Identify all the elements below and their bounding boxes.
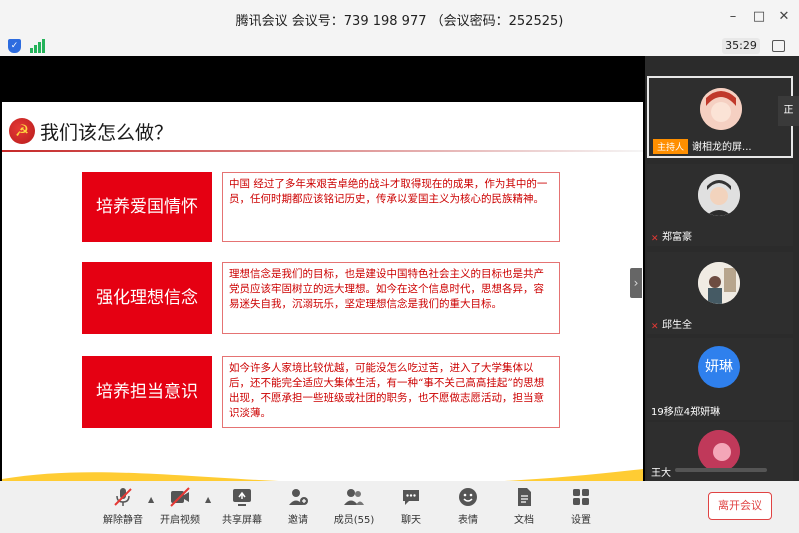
item-heading: 培养爱国情怀 (82, 172, 212, 242)
shared-screen: ☭ 我们该怎么做？ 培养爱国情怀 中国 经过了多年来艰苦卓绝的战斗才取得现在的成… (0, 56, 645, 519)
document-icon (518, 488, 531, 506)
status-bar: ✓ 35:29 (0, 36, 799, 56)
camera-off-icon (170, 487, 190, 507)
documents-button[interactable]: 文档 (496, 486, 552, 530)
minimize-button[interactable]: – (724, 8, 742, 26)
item-heading: 培养担当意识 (82, 356, 212, 428)
documents-label: 文档 (514, 515, 534, 526)
unmute-label: 解除静音 (103, 515, 143, 526)
panel-scrollbar[interactable] (675, 468, 767, 472)
participant-label: ✕ 郑富豪 (651, 228, 791, 244)
participant-name: 郑富豪 (662, 232, 692, 243)
meeting-toolbar: 解除静音 ▲ 开启视频 ▲ 共享屏幕 邀请 成员(55) 聊天 表情 文档 设置… (0, 481, 799, 533)
add-user-icon (289, 489, 308, 505)
chat-button[interactable]: 聊天 (383, 486, 439, 530)
settings-grid-icon (573, 489, 589, 505)
share-screen-label: 共享屏幕 (222, 515, 262, 526)
collapse-panel-button[interactable]: › (630, 268, 642, 298)
participant-name: 谢相龙的屏... (692, 142, 752, 153)
meeting-timer: 35:29 (722, 38, 760, 54)
item-body: 中国 经过了多年来艰苦卓绝的战斗才取得现在的成果，作为其中的一员，任何时期都应该… (222, 172, 560, 242)
unmute-button[interactable]: 解除静音 (95, 486, 151, 530)
participant-avatar (700, 88, 742, 130)
layout-icon[interactable] (772, 40, 785, 52)
side-tab[interactable]: 正 (778, 96, 799, 126)
settings-label: 设置 (571, 515, 591, 526)
item-body: 理想信念是我们的目标，也是建设中国特色社会主义的目标也是共产党员应该牢固树立的远… (222, 262, 560, 334)
party-emblem-icon: ☭ (9, 118, 35, 144)
participant-tile[interactable]: 王大 (647, 422, 793, 481)
slide-title: 我们该怎么做？ (40, 122, 174, 144)
presentation-slide: ☭ 我们该怎么做？ 培养爱国情怀 中国 经过了多年来艰苦卓绝的战斗才取得现在的成… (2, 102, 643, 519)
start-video-label: 开启视频 (160, 515, 200, 526)
invite-label: 邀请 (288, 515, 308, 526)
host-badge: 主持人 (653, 139, 689, 154)
mic-muted-icon (114, 488, 132, 506)
shield-icon[interactable]: ✓ (8, 39, 21, 53)
settings-button[interactable]: 设置 (553, 486, 609, 530)
item-body: 如今许多人家境比较优越，可能没怎么吃过苦，进入了大学集体以后，还不能完全适应大集… (222, 356, 560, 428)
participant-avatar (698, 174, 740, 216)
participant-panel: 主持人 谢相龙的屏... ✕ 郑富豪 ✕ 邱生全 妍琳 19移应4郑妍琳 王大 (645, 56, 799, 481)
chat-icon (403, 490, 419, 505)
emoji-label: 表情 (458, 515, 478, 526)
participant-name: 邱生全 (662, 320, 692, 331)
participant-avatar: 妍琳 (698, 346, 740, 388)
participant-tile[interactable]: 妍琳 19移应4郑妍琳 (647, 338, 793, 420)
mic-muted-icon: ✕ (651, 322, 659, 332)
emoji-button[interactable]: 表情 (440, 486, 496, 530)
emoji-icon (459, 488, 477, 506)
chat-label: 聊天 (401, 515, 421, 526)
mic-muted-icon: ✕ (651, 234, 659, 244)
members-button[interactable]: 成员(55) (326, 486, 382, 530)
participant-tile[interactable]: ✕ 郑富豪 (647, 164, 793, 246)
participant-tile[interactable]: ✕ 邱生全 (647, 252, 793, 334)
title-divider (2, 150, 643, 152)
signal-icon[interactable] (30, 39, 46, 53)
leave-meeting-button[interactable]: 离开会议 (708, 492, 772, 520)
window-titlebar: 腾讯会议 会议号：739 198 977 （会议密码：252525) – □ ✕ (0, 0, 799, 36)
video-options-caret[interactable]: ▲ (205, 495, 213, 504)
participant-tile[interactable]: 主持人 谢相龙的屏... (647, 76, 793, 158)
item-heading: 强化理想信念 (82, 262, 212, 334)
close-button[interactable]: ✕ (775, 8, 793, 26)
invite-button[interactable]: 邀请 (270, 486, 326, 530)
members-label: 成员(55) (333, 515, 375, 526)
participant-avatar (698, 262, 740, 304)
participant-label: ✕ 邱生全 (651, 316, 791, 332)
window-title: 腾讯会议 会议号：739 198 977 （会议密码：252525) (235, 14, 564, 29)
share-screen-icon (233, 489, 251, 506)
start-video-button[interactable]: 开启视频 (152, 486, 208, 530)
participant-name: 19移应4郑妍琳 (651, 407, 721, 418)
maximize-button[interactable]: □ (750, 8, 768, 26)
participant-label: 主持人 谢相龙的屏... (653, 138, 793, 154)
share-screen-button[interactable]: 共享屏幕 (214, 486, 270, 530)
members-icon (344, 489, 364, 505)
